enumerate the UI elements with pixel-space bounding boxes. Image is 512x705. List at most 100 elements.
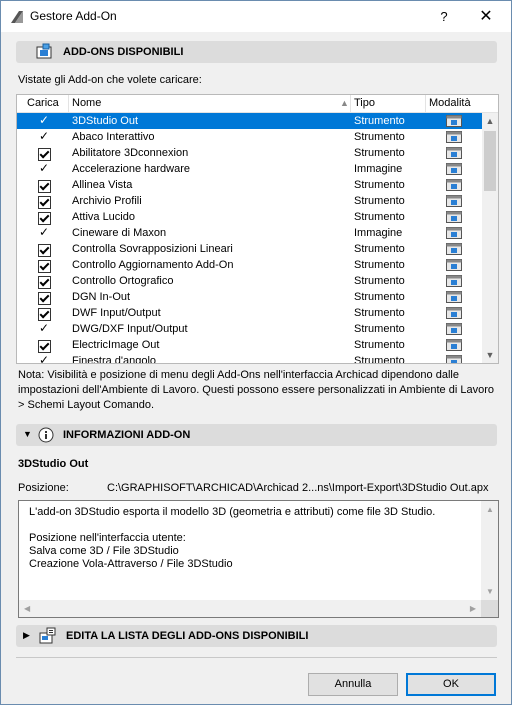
scroll-right-icon[interactable]: ▶ xyxy=(470,604,476,613)
mode-icon[interactable] xyxy=(446,355,462,363)
addon-name-cell: DGN In-Out xyxy=(72,291,131,303)
table-row[interactable]: Controlla Sovrapposizioni Lineari Strumen… xyxy=(17,241,482,257)
mode-icon[interactable] xyxy=(446,179,462,191)
scroll-down-icon[interactable]: ▼ xyxy=(486,587,494,596)
addon-name-cell: Abaco Interattivo xyxy=(72,131,155,143)
addon-type-cell: Strumento xyxy=(354,195,405,207)
table-row[interactable]: ✓ Abaco Interattivo Strumento xyxy=(17,129,482,145)
sort-up-icon: ▲ xyxy=(340,98,349,108)
addon-name-cell: 3DStudio Out xyxy=(72,115,139,127)
table-row[interactable]: ✓ Accelerazione hardware Immagine xyxy=(17,161,482,177)
scroll-up-icon[interactable]: ▲ xyxy=(482,113,498,129)
addon-type-cell: Strumento xyxy=(354,211,405,223)
load-checkbox[interactable] xyxy=(38,148,51,161)
addon-type-cell: Strumento xyxy=(354,323,405,335)
load-checkbox[interactable] xyxy=(38,196,51,209)
description-hscroll[interactable]: ◀ ▶ xyxy=(19,600,481,617)
mode-icon[interactable] xyxy=(446,115,462,127)
addon-manager-dialog: Gestore Add-On ? ✕ ADD-ONS DISPONIBILI V… xyxy=(0,0,512,705)
table-row[interactable]: Allinea Vista Strumento xyxy=(17,177,482,193)
loaded-check-icon[interactable]: ✓ xyxy=(39,321,49,335)
scroll-up-icon[interactable]: ▲ xyxy=(486,505,494,514)
help-button[interactable]: ? xyxy=(433,6,455,28)
table-rows: ✓ 3DStudio Out Strumento ✓ Abaco Interattivo… xyxy=(17,113,482,363)
table-row[interactable]: ✓ 3DStudio Out Strumento xyxy=(17,113,482,129)
edit-list-header[interactable]: ▶ EDITA LA LISTA DEGLI ADD-ONS DISPONIBI… xyxy=(16,625,497,647)
scroll-thumb[interactable] xyxy=(484,131,496,191)
addon-type-cell: Strumento xyxy=(354,259,405,271)
table-row[interactable]: Archivio Profili Strumento xyxy=(17,193,482,209)
selected-addon-name: 3DStudio Out xyxy=(18,458,89,470)
table-row[interactable]: ✓ Finestra d'angolo Strumento xyxy=(17,353,482,363)
mode-icon[interactable] xyxy=(446,323,462,335)
addon-info-title: INFORMAZIONI ADD-ON xyxy=(63,429,191,441)
edit-list-icon xyxy=(39,627,56,644)
scroll-left-icon[interactable]: ◀ xyxy=(24,604,30,613)
collapse-chevron-icon[interactable]: ▼ xyxy=(23,429,32,439)
divider xyxy=(16,657,497,658)
cancel-button[interactable]: Annulla xyxy=(308,673,398,696)
load-checkbox[interactable] xyxy=(38,180,51,193)
load-checkbox[interactable] xyxy=(38,260,51,273)
mode-icon[interactable] xyxy=(446,339,462,351)
table-row[interactable]: ✓ DWG/DXF Input/Output Strumento xyxy=(17,321,482,337)
load-checkbox[interactable] xyxy=(38,308,51,321)
loaded-check-icon[interactable]: ✓ xyxy=(39,113,49,127)
table-row[interactable]: Attiva Lucido Strumento xyxy=(17,209,482,225)
load-checkbox[interactable] xyxy=(38,212,51,225)
addon-info-header[interactable]: ▼ INFORMAZIONI ADD-ON xyxy=(16,424,497,446)
mode-icon[interactable] xyxy=(446,211,462,223)
mode-icon[interactable] xyxy=(446,147,462,159)
table-row[interactable]: ElectricImage Out Strumento xyxy=(17,337,482,353)
description-box[interactable]: L'add-on 3DStudio esporta il modello 3D … xyxy=(18,500,499,618)
col-load[interactable]: Carica xyxy=(27,97,59,109)
addon-type-cell: Strumento xyxy=(354,291,405,303)
mode-icon[interactable] xyxy=(446,163,462,175)
load-checkbox[interactable] xyxy=(38,340,51,353)
loaded-check-icon[interactable]: ✓ xyxy=(39,161,49,175)
col-name[interactable]: Nome xyxy=(72,97,101,109)
ok-button[interactable]: OK xyxy=(406,673,496,696)
loaded-check-icon[interactable]: ✓ xyxy=(39,225,49,239)
loaded-check-icon[interactable]: ✓ xyxy=(39,353,49,363)
load-checkbox[interactable] xyxy=(38,244,51,257)
close-button[interactable]: ✕ xyxy=(475,6,497,28)
mode-icon[interactable] xyxy=(446,195,462,207)
table-row[interactable]: DGN In-Out Strumento xyxy=(17,289,482,305)
expand-chevron-icon[interactable]: ▶ xyxy=(23,630,30,641)
scroll-down-icon[interactable]: ▼ xyxy=(482,347,498,363)
available-addons-title: ADD-ONS DISPONIBILI xyxy=(63,46,184,58)
addon-table: Carica Nome ▲ Tipo Modalità ✓ 3DStudio Ou… xyxy=(16,94,499,364)
intro-text: Vistate gli Add-on che volete caricare: xyxy=(18,74,202,86)
table-row[interactable]: Abilitatore 3Dconnexion Strumento xyxy=(17,145,482,161)
addon-type-cell: Strumento xyxy=(354,243,405,255)
mode-icon[interactable] xyxy=(446,275,462,287)
mode-icon[interactable] xyxy=(446,227,462,239)
table-scrollbar[interactable]: ▲ ▼ xyxy=(482,113,498,363)
col-mode[interactable]: Modalità xyxy=(429,97,471,109)
table-row[interactable]: Controllo Aggiornamento Add-On Strumento xyxy=(17,257,482,273)
window-title: Gestore Add-On xyxy=(30,9,117,23)
addon-name-cell: ElectricImage Out xyxy=(72,339,160,351)
table-row[interactable]: Controllo Ortografico Strumento xyxy=(17,273,482,289)
mode-icon[interactable] xyxy=(446,307,462,319)
addon-name-cell: DWG/DXF Input/Output xyxy=(72,323,188,335)
col-separator xyxy=(68,95,69,112)
mode-icon[interactable] xyxy=(446,131,462,143)
load-checkbox[interactable] xyxy=(38,276,51,289)
scroll-corner xyxy=(481,600,498,617)
note-text: Nota: Visibilità e posizione di menu deg… xyxy=(18,369,494,411)
load-checkbox[interactable] xyxy=(38,292,51,305)
description-vscroll[interactable]: ▲ ▼ xyxy=(481,501,498,600)
col-type[interactable]: Tipo xyxy=(354,97,375,109)
mode-icon[interactable] xyxy=(446,259,462,271)
addon-type-cell: Strumento xyxy=(354,115,405,127)
mode-icon[interactable] xyxy=(446,291,462,303)
table-row[interactable]: ✓ Cineware di Maxon Immagine xyxy=(17,225,482,241)
loaded-check-icon[interactable]: ✓ xyxy=(39,129,49,143)
mode-icon[interactable] xyxy=(446,243,462,255)
addon-name-cell: DWF Input/Output xyxy=(72,307,161,319)
addon-type-cell: Strumento xyxy=(354,179,405,191)
addon-name-cell: Controllo Ortografico xyxy=(72,275,174,287)
table-row[interactable]: DWF Input/Output Strumento xyxy=(17,305,482,321)
